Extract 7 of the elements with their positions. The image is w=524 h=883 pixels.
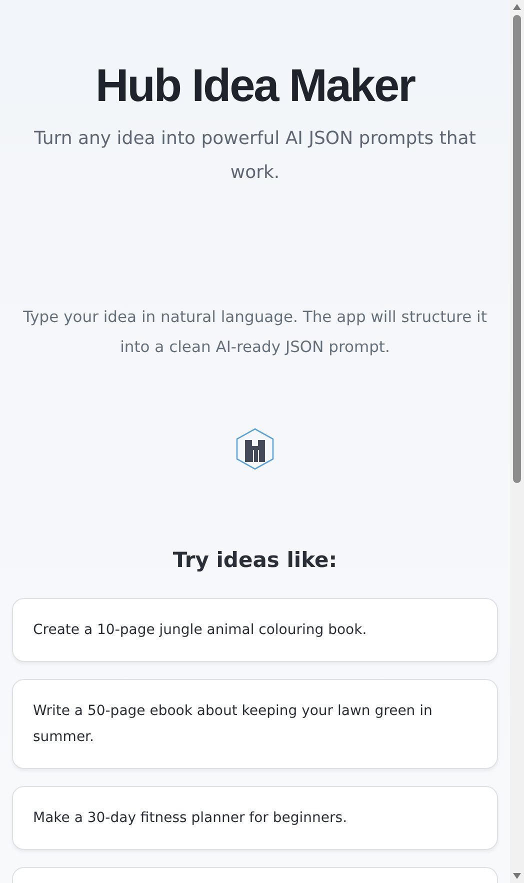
examples-heading: Try ideas like: — [172, 548, 338, 572]
app-title: Hub Idea Maker — [96, 58, 414, 112]
idea-card[interactable]: Make a 30-day fitness planner for beginners. — [12, 786, 498, 850]
instructions-text: Type your idea in natural language. The app will structure it into a clean AI-ready JSON prompt. — [22, 307, 488, 358]
app-subtitle: Turn any idea into powerful AI JSON prompts that work. — [33, 127, 477, 185]
idea-card[interactable]: Create a 10-page jungle animal colouring book. — [12, 598, 498, 662]
idea-card[interactable]: Write a 50-page ebook about keeping your lawn green in summer. — [12, 679, 498, 769]
